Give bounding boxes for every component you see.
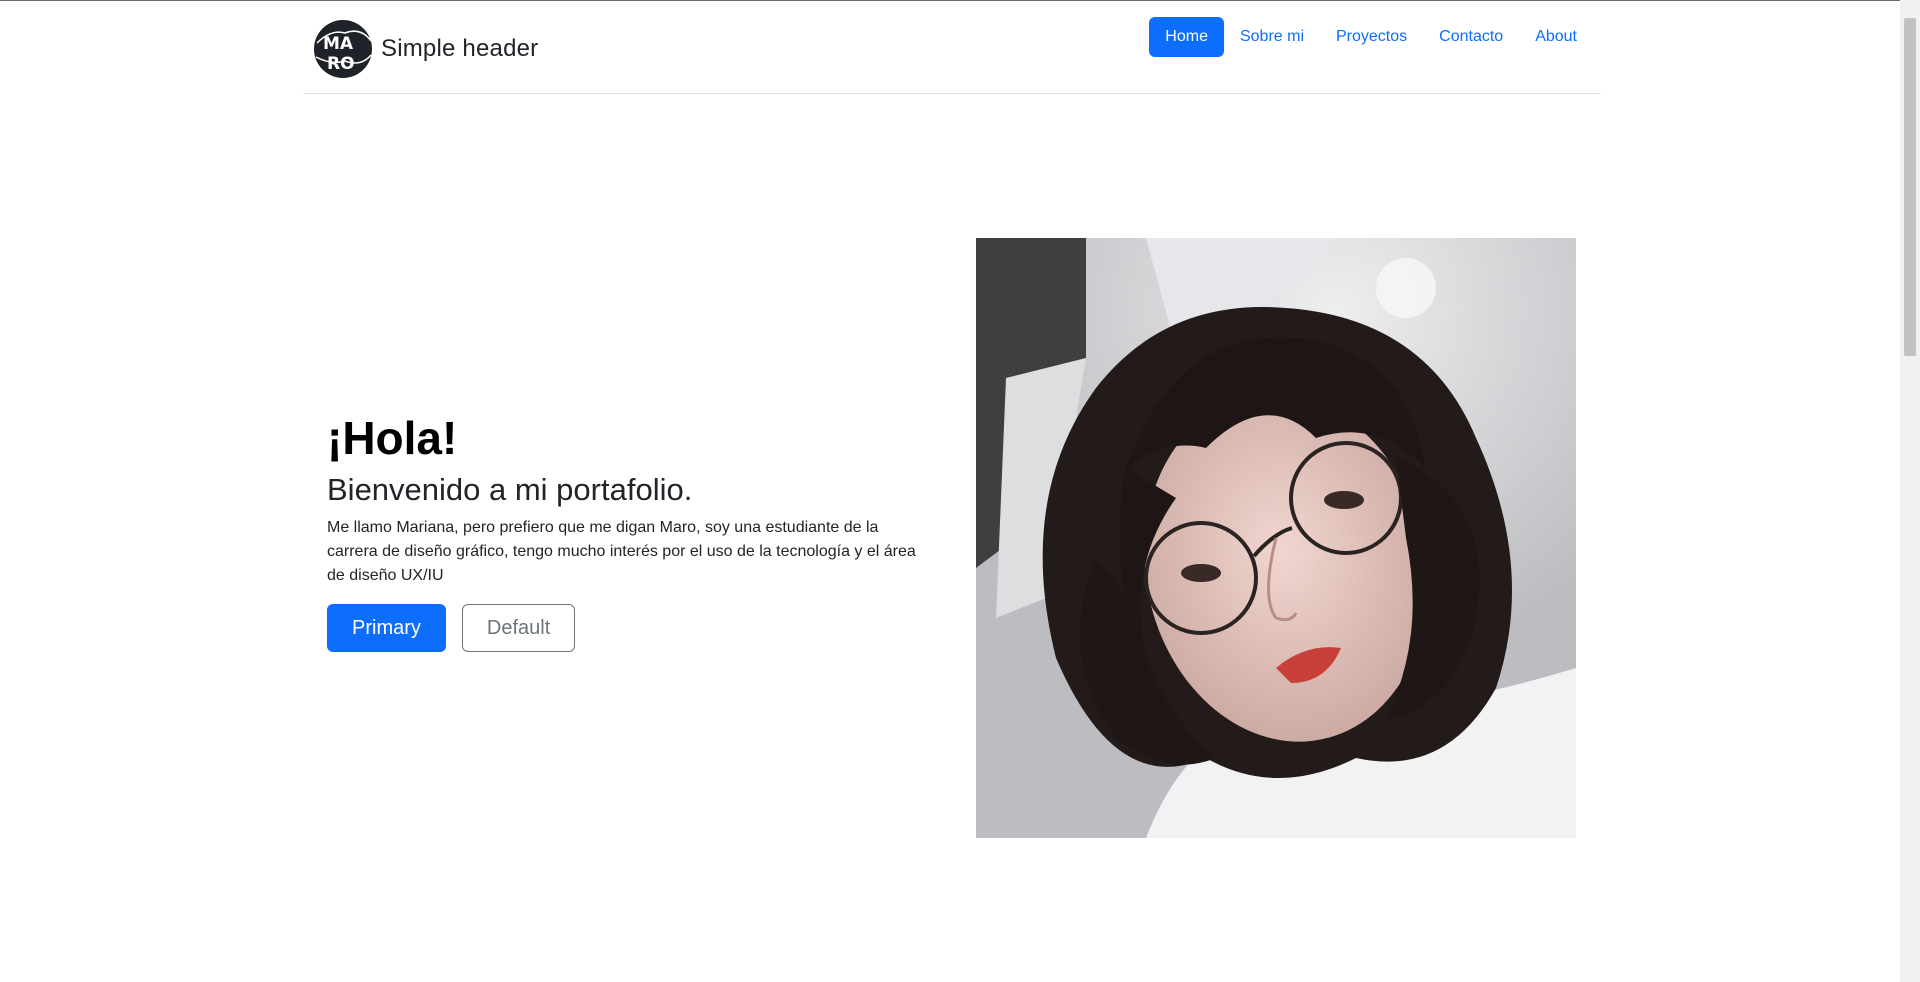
nav-proyectos[interactable]: Proyectos xyxy=(1320,17,1423,57)
hero-section: ¡Hola! Bienvenido a mi portafolio. Me ll… xyxy=(327,412,927,653)
logo-text-top: MA xyxy=(323,34,354,54)
maro-logo-icon: MA RO xyxy=(314,20,372,78)
primary-button[interactable]: Primary xyxy=(327,604,446,653)
brand-link[interactable]: MA RO Simple header xyxy=(311,19,538,79)
hero-description: Me llamo Mariana, pero prefiero que me d… xyxy=(327,519,916,585)
nav-about[interactable]: About xyxy=(1519,17,1593,57)
brand-title: Simple header xyxy=(381,35,539,62)
nav-home[interactable]: Home xyxy=(1149,17,1224,57)
nav-contacto[interactable]: Contacto xyxy=(1423,17,1519,57)
hero-title: ¡Hola! xyxy=(327,412,458,464)
page: MA RO Simple header Home Sobre mi Proyec… xyxy=(0,0,1900,982)
portrait-illustration xyxy=(976,238,1576,838)
portrait-photo xyxy=(976,238,1576,838)
logo-text-bottom: RO xyxy=(327,54,355,74)
scrollbar-thumb[interactable] xyxy=(1904,18,1916,356)
nav-sobre-mi[interactable]: Sobre mi xyxy=(1224,17,1320,57)
site-header: MA RO Simple header Home Sobre mi Proyec… xyxy=(303,1,1601,94)
default-button[interactable]: Default xyxy=(461,604,576,653)
main-nav: Home Sobre mi Proyectos Contacto About xyxy=(1149,17,1593,57)
page-scrollbar[interactable] xyxy=(1900,0,1920,982)
hero-buttons: Primary Default xyxy=(327,604,927,653)
hero-subtitle: Bienvenido a mi portafolio. xyxy=(327,471,693,507)
